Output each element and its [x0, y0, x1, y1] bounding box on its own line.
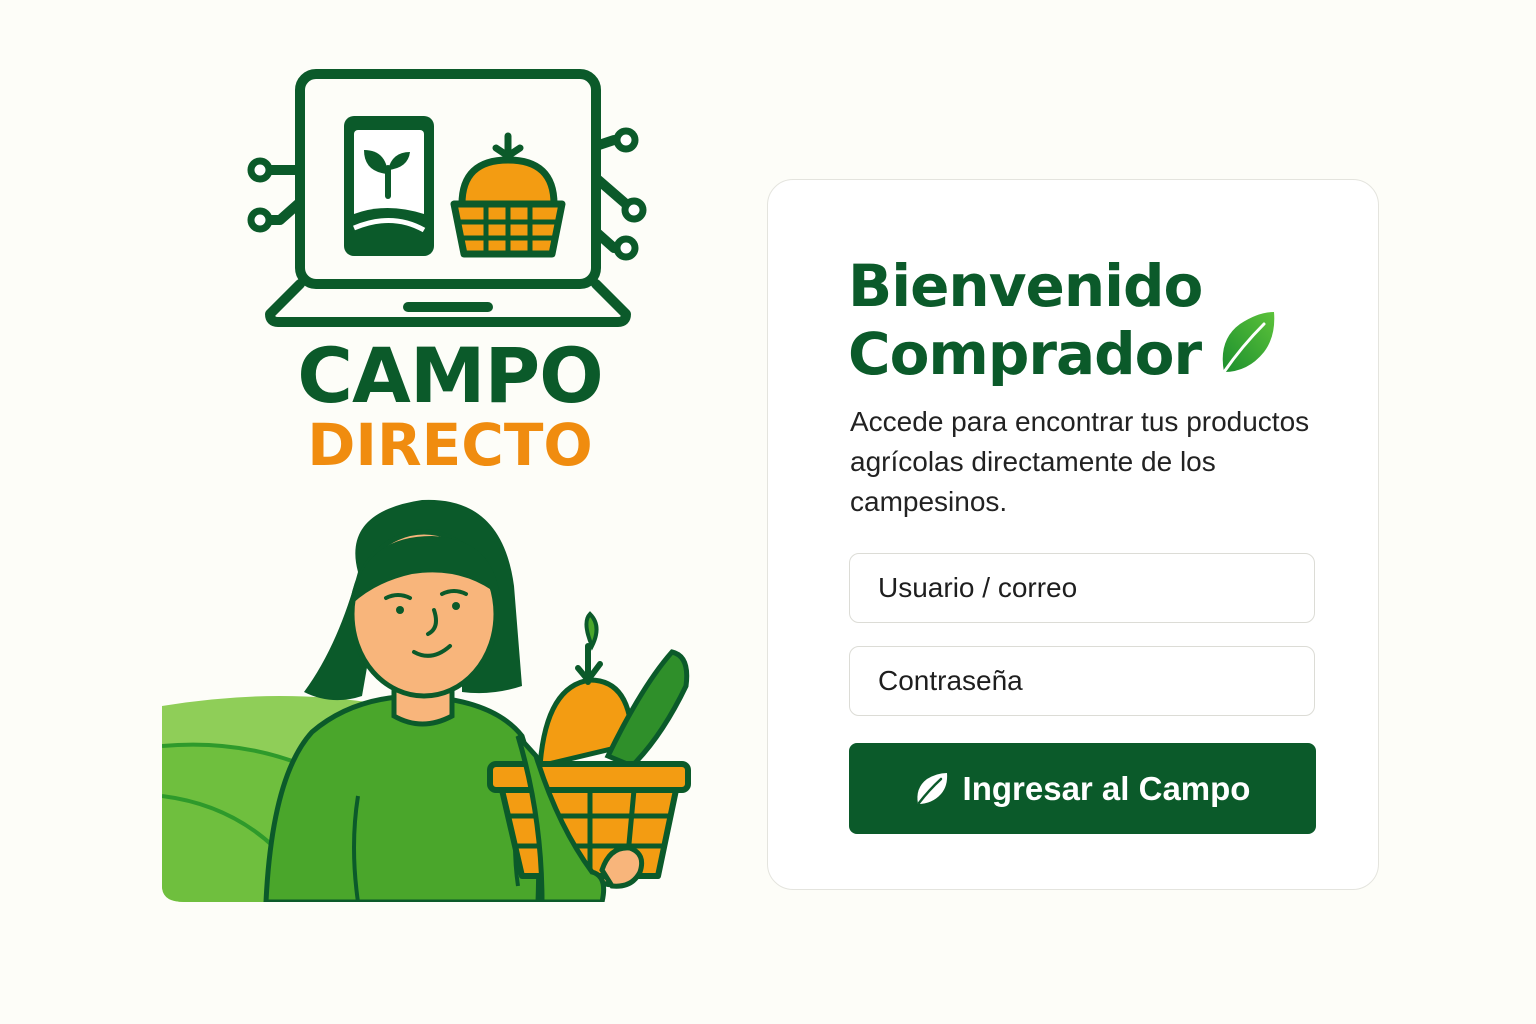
leaf-icon [916, 772, 947, 804]
username-input[interactable] [849, 553, 1315, 623]
laptop-farm-basket-icon [247, 69, 647, 327]
login-submit-label: Ingresar al Campo [962, 769, 1251, 807]
woman-with-basket-illustration [162, 499, 691, 902]
login-page: CAMPO DIRECTO Bienvenido Comprador Acced… [0, 0, 1536, 1024]
login-submit-button[interactable]: Ingresar al Campo [849, 743, 1316, 834]
brand-name-directo: DIRECTO [307, 411, 593, 479]
welcome-title-line2: Comprador [848, 320, 1202, 388]
leaf-icon [1222, 312, 1275, 374]
login-card: Bienvenido Comprador Accede para encontr… [767, 179, 1379, 890]
brand-panel: CAMPO DIRECTO [150, 60, 750, 910]
welcome-title-line1: Bienvenido [848, 252, 1203, 320]
welcome-subtitle: Accede para encontrar tus productos agrí… [850, 406, 1310, 517]
welcome-title: Bienvenido Comprador [848, 252, 1203, 388]
brand-name-campo: CAMPO [297, 331, 604, 420]
password-input[interactable] [849, 646, 1315, 716]
